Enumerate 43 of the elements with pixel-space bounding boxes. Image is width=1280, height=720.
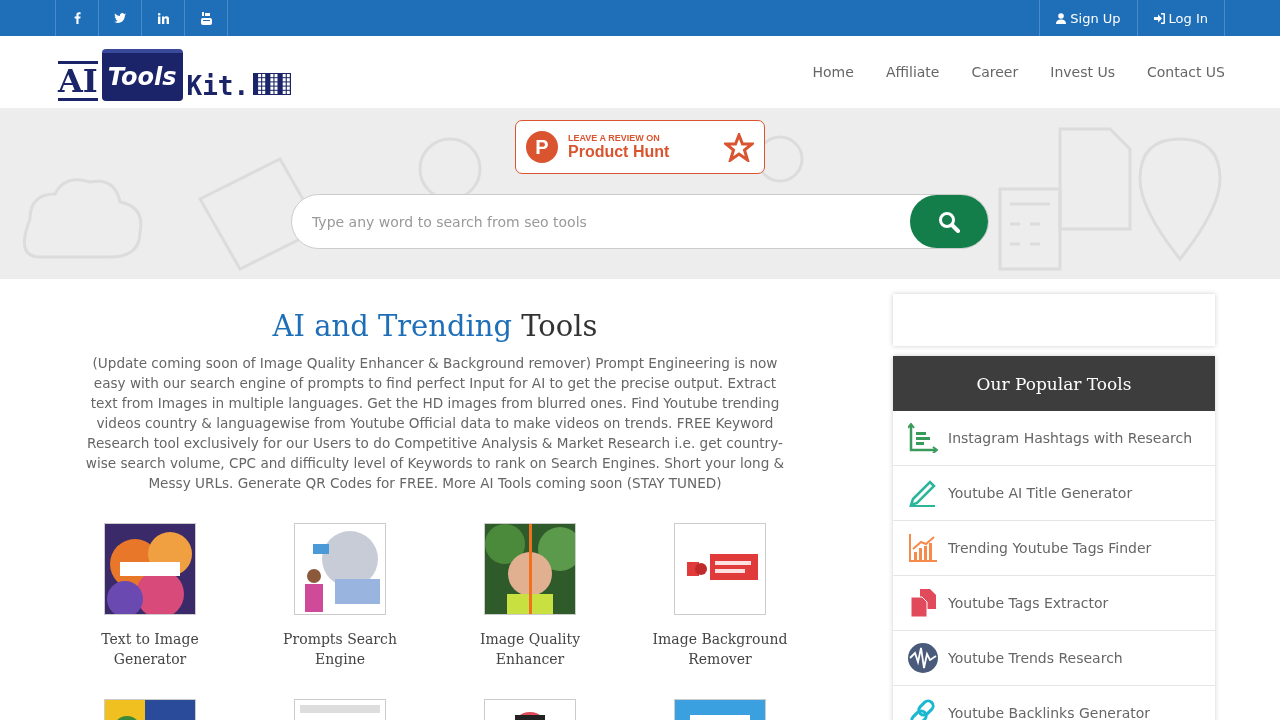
search-button[interactable] xyxy=(910,195,988,248)
badge-title: Product Hunt xyxy=(568,143,671,161)
popular-tool-link[interactable]: Instagram Hashtags with Research xyxy=(893,411,1215,466)
logo[interactable]: AI Tools Kit. xyxy=(55,43,292,101)
popular-tool-link[interactable]: Trending Youtube Tags Finder xyxy=(893,521,1215,576)
logo-text: Tools xyxy=(101,49,183,101)
intro-paragraph: (Update coming soon of Image Quality Enhancer & Background remover) Prompt Engineering is now easy with our search engine of prompts to find perfect Input for AI to get the precise output. Extract text from Images in multiple languages. Get the HD images from blurred ones. Find Youtube trending videos country & languagewise from Youtube Official data to make videos on trends. FREE Keyword Research tool exclusively for our Users to do Competitive Analysis & Market Research i.e. get country-wise search volume, CPC and difficulty level of Keywords to rank on Search Engines. Short your long & Messy URLs. Generate QR Codes for FREE. More AI Tools coming soon (STAY TUNED) xyxy=(85,354,785,493)
linkedin-icon xyxy=(157,12,169,24)
link-icon xyxy=(909,699,937,720)
nav-link[interactable]: Contact US xyxy=(1146,64,1225,80)
pencil-icon xyxy=(908,479,938,507)
youtube-icon xyxy=(200,11,212,25)
nav-link[interactable]: Career xyxy=(971,64,1019,80)
documents-icon xyxy=(910,589,936,617)
search-field[interactable]: Type any word to search from seo tools xyxy=(291,194,989,249)
panel-title: Our Popular Tools xyxy=(976,373,1132,394)
bar-chart-icon xyxy=(908,423,938,453)
product-hunt-badge[interactable]: P LEAVE A REVIEW ON Product Hunt xyxy=(515,120,765,174)
nav-link[interactable]: Invest Us xyxy=(1050,64,1115,80)
tool-link[interactable]: Text to Image Generator xyxy=(75,629,225,669)
popular-tool-link[interactable]: Youtube Trends Research xyxy=(893,631,1215,686)
popular-tool-link[interactable]: Youtube Tags Extractor xyxy=(893,576,1215,631)
nav-link[interactable]: Affiliate xyxy=(885,64,940,80)
product-hunt-logo: P xyxy=(526,131,558,163)
tool-link[interactable]: Image Background Remover xyxy=(645,629,795,669)
logo-text: Kit. xyxy=(186,71,250,101)
tool-link[interactable]: Prompts Search Engine xyxy=(265,629,415,669)
tool-link[interactable]: Image Quality Enhancer xyxy=(455,629,605,669)
growth-chart-icon xyxy=(909,534,937,562)
pixel-grid-icon xyxy=(253,73,292,95)
user-icon xyxy=(1056,12,1067,24)
search-icon xyxy=(938,210,960,233)
waveform-icon xyxy=(908,643,938,673)
section-heading: AI and Trending Tools xyxy=(272,309,598,343)
popular-tool-link[interactable]: Youtube Backlinks Generator xyxy=(893,686,1215,720)
facebook-icon xyxy=(73,12,81,24)
logo-text: AI xyxy=(58,61,98,101)
nav-link[interactable]: Home xyxy=(812,64,854,80)
bird-icon xyxy=(114,13,126,23)
popular-tool-link[interactable]: Youtube AI Title Generator xyxy=(893,466,1215,521)
badge-caption: LEAVE A REVIEW ON xyxy=(568,133,661,143)
sign-in-icon xyxy=(1153,12,1165,24)
star-icon xyxy=(724,132,754,162)
